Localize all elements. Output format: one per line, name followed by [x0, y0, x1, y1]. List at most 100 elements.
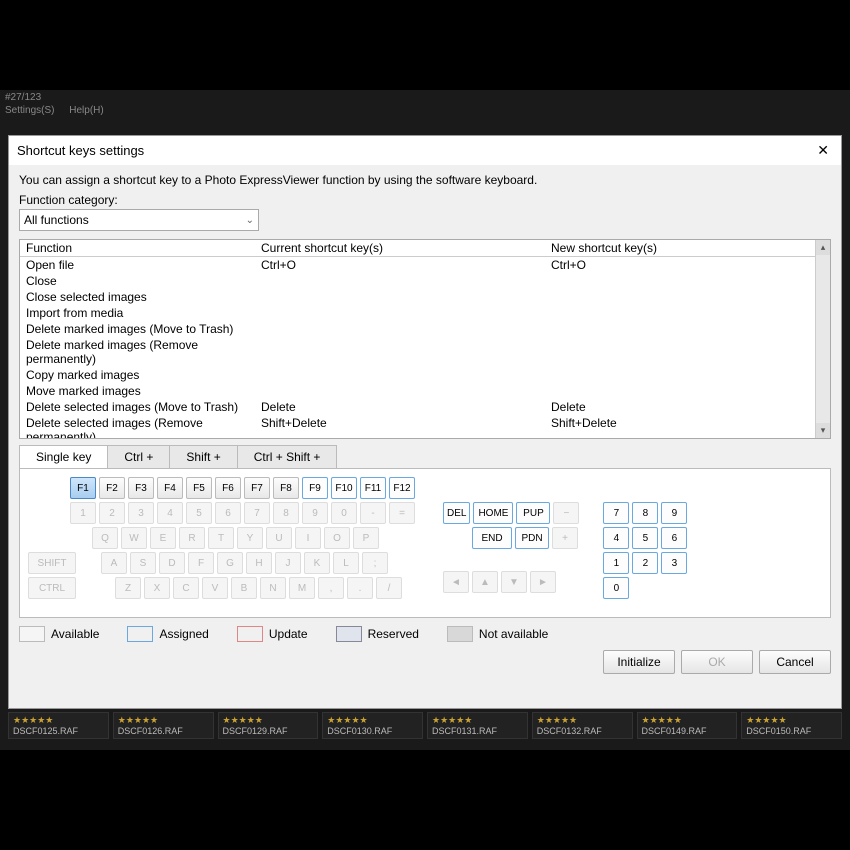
table-row[interactable]: Delete marked images (Move to Trash): [20, 321, 815, 337]
key-arrow-left[interactable]: ◄: [443, 571, 469, 593]
key-=[interactable]: =: [389, 502, 415, 524]
key-U[interactable]: U: [266, 527, 292, 549]
table-row[interactable]: Import from media: [20, 305, 815, 321]
key-F4[interactable]: F4: [157, 477, 183, 499]
key-,[interactable]: ,: [318, 577, 344, 599]
key-7[interactable]: 7: [244, 502, 270, 524]
key-L[interactable]: L: [333, 552, 359, 574]
key-R[interactable]: R: [179, 527, 205, 549]
key-X[interactable]: X: [144, 577, 170, 599]
key-/[interactable]: /: [376, 577, 402, 599]
key-F8[interactable]: F8: [273, 477, 299, 499]
key-F10[interactable]: F10: [331, 477, 357, 499]
key--[interactable]: -: [360, 502, 386, 524]
key-F7[interactable]: F7: [244, 477, 270, 499]
table-row[interactable]: Open fileCtrl+OCtrl+O: [20, 257, 815, 273]
close-icon[interactable]: ✕: [813, 142, 833, 159]
thumbnail[interactable]: ★★★★★ DSCF0150.RAF: [741, 712, 842, 739]
menu-help[interactable]: Help(H): [69, 105, 103, 116]
key-F12[interactable]: F12: [389, 477, 415, 499]
tab-ctrl-shift[interactable]: Ctrl + Shift +: [237, 445, 338, 468]
thumbnail[interactable]: ★★★★★ DSCF0132.RAF: [532, 712, 633, 739]
key-Y[interactable]: Y: [237, 527, 263, 549]
key-I[interactable]: I: [295, 527, 321, 549]
key-H[interactable]: H: [246, 552, 272, 574]
key-V[interactable]: V: [202, 577, 228, 599]
thumbnail[interactable]: ★★★★★ DSCF0130.RAF: [322, 712, 423, 739]
key-G[interactable]: G: [217, 552, 243, 574]
key-P[interactable]: P: [353, 527, 379, 549]
key-3[interactable]: 3: [128, 502, 154, 524]
key-1[interactable]: 1: [70, 502, 96, 524]
key-pdn[interactable]: PDN: [515, 527, 549, 549]
key-4[interactable]: 4: [157, 502, 183, 524]
key-N[interactable]: N: [260, 577, 286, 599]
initialize-button[interactable]: Initialize: [603, 650, 675, 674]
key-home[interactable]: HOME: [473, 502, 513, 524]
key-F9[interactable]: F9: [302, 477, 328, 499]
key-T[interactable]: T: [208, 527, 234, 549]
key-.[interactable]: .: [347, 577, 373, 599]
table-row[interactable]: Copy marked images: [20, 367, 815, 383]
key-F3[interactable]: F3: [128, 477, 154, 499]
key-arrow-right[interactable]: ►: [530, 571, 556, 593]
key-num8[interactable]: 8: [632, 502, 658, 524]
key-Z[interactable]: Z: [115, 577, 141, 599]
tab-shift[interactable]: Shift +: [169, 445, 237, 468]
key-arrow-down[interactable]: ▼: [501, 571, 527, 593]
key-E[interactable]: E: [150, 527, 176, 549]
key-minus[interactable]: −: [553, 502, 579, 524]
thumbnail[interactable]: ★★★★★ DSCF0129.RAF: [218, 712, 319, 739]
key-num4[interactable]: 4: [603, 527, 629, 549]
thumbnail[interactable]: ★★★★★ DSCF0125.RAF: [8, 712, 109, 739]
key-;[interactable]: ;: [362, 552, 388, 574]
key-M[interactable]: M: [289, 577, 315, 599]
key-num5[interactable]: 5: [632, 527, 658, 549]
table-row[interactable]: Close: [20, 273, 815, 289]
key-8[interactable]: 8: [273, 502, 299, 524]
key-6[interactable]: 6: [215, 502, 241, 524]
key-C[interactable]: C: [173, 577, 199, 599]
thumbnail[interactable]: ★★★★★ DSCF0126.RAF: [113, 712, 214, 739]
key-A[interactable]: A: [101, 552, 127, 574]
key-ctrl[interactable]: CTRL: [28, 577, 76, 599]
key-W[interactable]: W: [121, 527, 147, 549]
key-5[interactable]: 5: [186, 502, 212, 524]
table-row[interactable]: Delete marked images (Remove permanently…: [20, 337, 815, 367]
key-O[interactable]: O: [324, 527, 350, 549]
category-select[interactable]: All functions: [19, 209, 259, 231]
tab-single-key[interactable]: Single key: [19, 445, 108, 468]
key-shift[interactable]: SHIFT: [28, 552, 76, 574]
key-pup[interactable]: PUP: [516, 502, 550, 524]
key-arrow-up[interactable]: ▲: [472, 571, 498, 593]
key-plus[interactable]: +: [552, 527, 578, 549]
table-row[interactable]: Delete selected images (Move to Trash)De…: [20, 399, 815, 415]
cancel-button[interactable]: Cancel: [759, 650, 831, 674]
table-row[interactable]: Move marked images: [20, 383, 815, 399]
table-scrollbar[interactable]: ▴ ▾: [815, 240, 830, 438]
key-F11[interactable]: F11: [360, 477, 386, 499]
key-num1[interactable]: 1: [603, 552, 629, 574]
scroll-up-icon[interactable]: ▴: [816, 240, 830, 255]
scroll-down-icon[interactable]: ▾: [816, 423, 830, 438]
key-num7[interactable]: 7: [603, 502, 629, 524]
table-row[interactable]: Delete selected images (Remove permanent…: [20, 415, 815, 438]
tab-ctrl[interactable]: Ctrl +: [107, 445, 170, 468]
key-F2[interactable]: F2: [99, 477, 125, 499]
key-del[interactable]: DEL: [443, 502, 470, 524]
key-9[interactable]: 9: [302, 502, 328, 524]
key-B[interactable]: B: [231, 577, 257, 599]
key-F[interactable]: F: [188, 552, 214, 574]
key-num6[interactable]: 6: [661, 527, 687, 549]
key-0[interactable]: 0: [331, 502, 357, 524]
thumbnail[interactable]: ★★★★★ DSCF0149.RAF: [637, 712, 738, 739]
menu-settings[interactable]: Settings(S): [5, 105, 54, 116]
key-num3[interactable]: 3: [661, 552, 687, 574]
table-row[interactable]: Close selected images: [20, 289, 815, 305]
thumbnail[interactable]: ★★★★★ DSCF0131.RAF: [427, 712, 528, 739]
ok-button[interactable]: OK: [681, 650, 753, 674]
key-num9[interactable]: 9: [661, 502, 687, 524]
key-num0[interactable]: 0: [603, 577, 629, 599]
key-F6[interactable]: F6: [215, 477, 241, 499]
key-J[interactable]: J: [275, 552, 301, 574]
